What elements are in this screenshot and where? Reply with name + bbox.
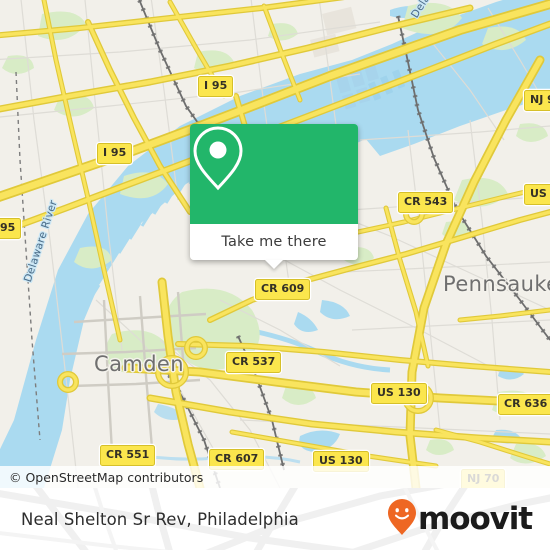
popup-header — [190, 124, 358, 224]
popup-pointer — [265, 260, 283, 269]
road-shield[interactable]: I 95 — [198, 76, 234, 97]
road-shield[interactable]: US 1 — [524, 184, 550, 205]
map-place-label: Camden — [94, 352, 184, 376]
map-canvas[interactable]: Camden Pennsauken Delaware River Delawar… — [0, 0, 550, 488]
take-me-there-label: Take me there — [221, 234, 327, 250]
location-popup-card[interactable]: Take me there — [190, 124, 358, 269]
road-shield[interactable]: I 95 — [97, 143, 133, 164]
map-attribution-bar: © OpenStreetMap contributors — [0, 466, 550, 488]
road-shield[interactable]: 95 — [0, 218, 22, 239]
take-me-there-button[interactable]: Take me there — [190, 224, 358, 269]
road-shield[interactable]: NJ 9 — [524, 90, 550, 111]
footer-bar: Neal Shelton Sr Rev, Philadelphia moovit — [0, 488, 550, 550]
road-shield[interactable]: CR 551 — [100, 445, 156, 466]
road-shield[interactable]: CR 636 — [498, 394, 550, 415]
road-shield[interactable]: CR 609 — [255, 279, 311, 300]
moovit-wordmark: moovit — [418, 500, 533, 537]
road-shield[interactable]: CR 537 — [226, 352, 282, 373]
road-shield[interactable]: CR 543 — [398, 192, 454, 213]
moovit-logo[interactable]: moovit — [387, 488, 533, 550]
place-title: Neal Shelton Sr Rev, Philadelphia — [21, 509, 299, 529]
map-place-label: Pennsauken — [443, 272, 550, 296]
attribution-text[interactable]: © OpenStreetMap contributors — [0, 470, 203, 485]
moovit-smiley-pin-icon — [387, 498, 417, 541]
road-shield[interactable]: US 130 — [371, 383, 427, 404]
moovit-map-screen: Camden Pennsauken Delaware River Delawar… — [0, 0, 550, 550]
